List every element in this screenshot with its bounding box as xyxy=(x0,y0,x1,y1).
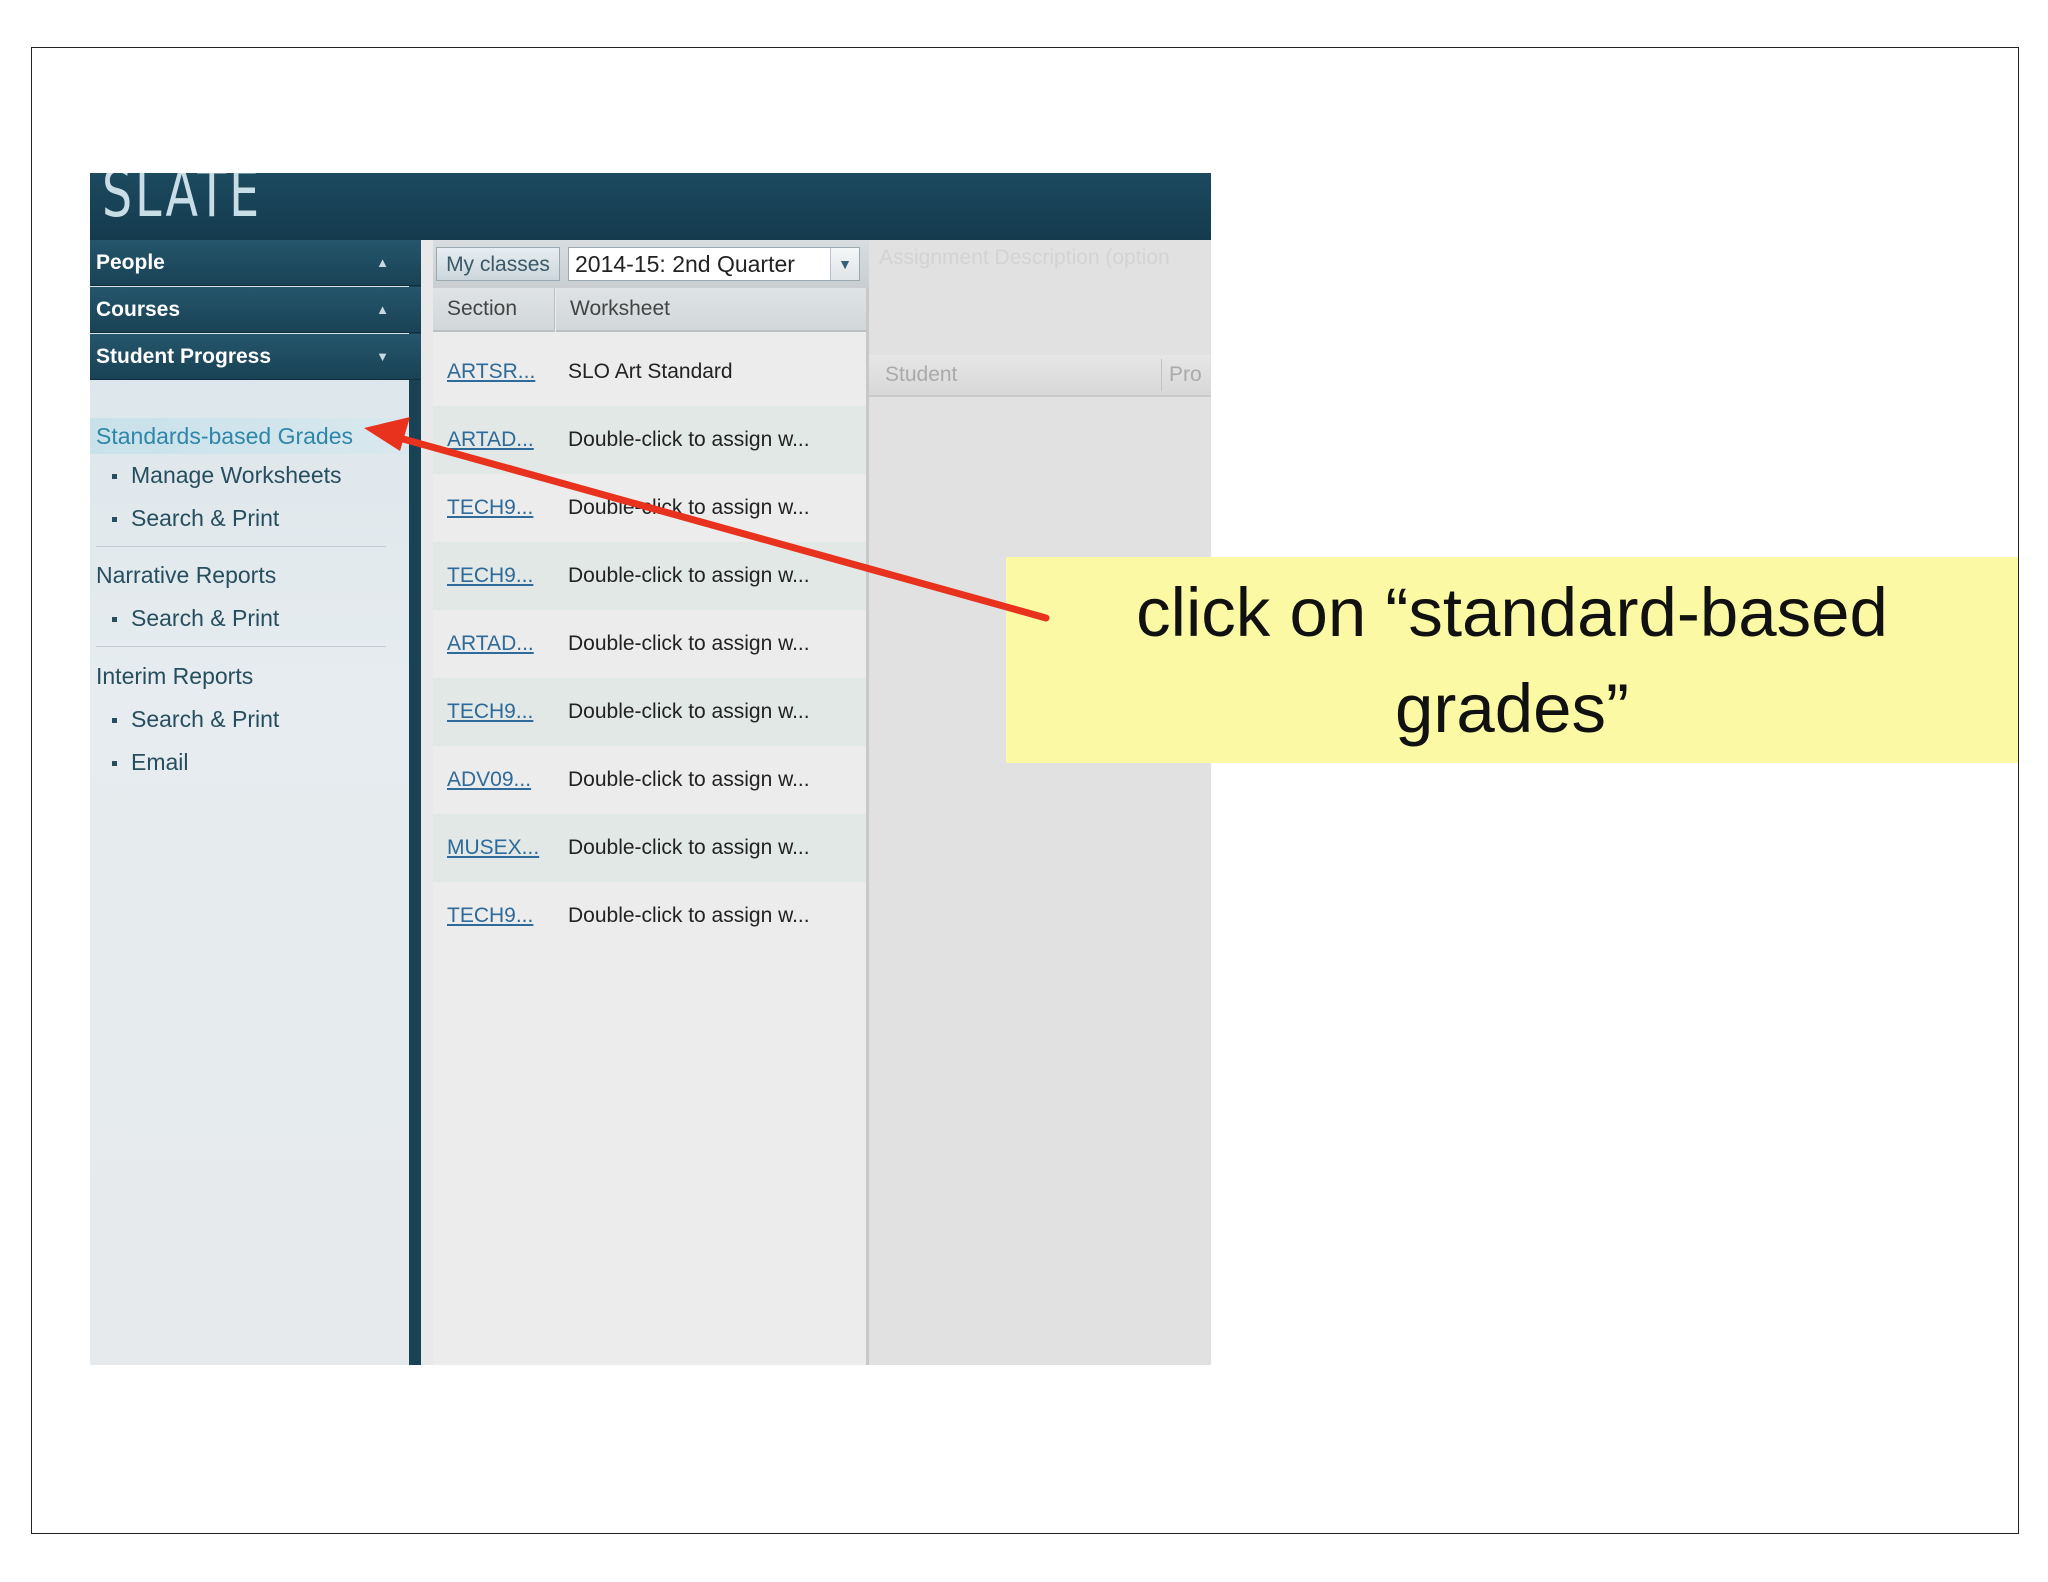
collapse-up-icon: ▲ xyxy=(376,302,389,317)
worksheet-cell[interactable]: Double-click to assign w... xyxy=(568,542,810,610)
app-header: SLATE xyxy=(90,173,1211,240)
term-select[interactable]: 2014-15: 2nd Quarter ▼ xyxy=(568,247,860,281)
column-header-student[interactable]: Student xyxy=(885,355,957,395)
nav-email[interactable]: Email xyxy=(112,749,189,776)
classes-panel: My classes 2014-15: 2nd Quarter ▼ Sectio… xyxy=(433,240,869,1365)
nav-divider xyxy=(96,546,386,547)
assignment-panel: Assignment Description (option Student P… xyxy=(869,240,1211,1365)
nav-divider xyxy=(96,646,386,647)
callout-line-2: grades” xyxy=(1395,670,1629,747)
my-classes-button[interactable]: My classes xyxy=(436,247,560,281)
column-header-worksheet[interactable]: Worksheet xyxy=(556,288,866,332)
section-link[interactable]: TECH9... xyxy=(447,542,533,610)
nav-search-print-narrative[interactable]: Search & Print xyxy=(112,605,279,632)
worksheet-cell[interactable]: Double-click to assign w... xyxy=(568,814,810,882)
worksheet-cell[interactable]: Double-click to assign w... xyxy=(568,678,810,746)
section-link[interactable]: TECH9... xyxy=(447,678,533,746)
bullet-icon xyxy=(112,517,117,523)
accordion-people[interactable]: People ▲ xyxy=(90,240,421,286)
nav-manage-worksheets[interactable]: Manage Worksheets xyxy=(112,462,342,489)
worksheet-cell[interactable]: Double-click to assign w... xyxy=(568,610,810,678)
chevron-down-icon[interactable]: ▼ xyxy=(830,248,859,280)
accordion-student-progress[interactable]: Student Progress ▼ xyxy=(90,334,421,380)
worksheet-cell[interactable]: Double-click to assign w... xyxy=(568,406,810,474)
expand-down-icon: ▼ xyxy=(376,349,389,364)
app-window: SLATE People ▲ Courses ▲ Student Progres… xyxy=(90,173,1211,1365)
accordion-people-label: People xyxy=(96,251,165,274)
nav-narrative-reports[interactable]: Narrative Reports xyxy=(96,562,276,589)
accordion-courses-label: Courses xyxy=(96,298,181,321)
worksheet-cell[interactable]: SLO Art Standard xyxy=(568,338,733,406)
nav-interim-reports[interactable]: Interim Reports xyxy=(96,663,253,690)
instruction-callout: click on “standard-based grades” xyxy=(1006,557,2018,763)
table-row[interactable]: TECH9... Double-click to assign w... xyxy=(433,542,866,610)
nav-search-print-label: Search & Print xyxy=(131,605,280,631)
bullet-icon xyxy=(112,474,117,480)
sidebar: People ▲ Courses ▲ Student Progress ▼ St… xyxy=(90,240,421,1365)
bullet-icon xyxy=(112,761,117,767)
section-link[interactable]: ARTAD... xyxy=(447,610,534,678)
assignment-description-placeholder[interactable]: Assignment Description (option xyxy=(879,246,1170,270)
table-row[interactable]: TECH9... Double-click to assign w... xyxy=(433,882,866,950)
nav-standards-based-grades[interactable]: Standards-based Grades xyxy=(90,418,409,454)
bullet-icon xyxy=(112,718,117,724)
section-link[interactable]: TECH9... xyxy=(447,882,533,950)
app-logo: SLATE xyxy=(102,173,263,232)
section-link[interactable]: ADV09... xyxy=(447,746,531,814)
table-row[interactable]: TECH9... Double-click to assign w... xyxy=(433,678,866,746)
section-link[interactable]: ARTAD... xyxy=(447,406,534,474)
worksheet-cell[interactable]: Double-click to assign w... xyxy=(568,474,810,542)
section-link[interactable]: ARTSR... xyxy=(447,338,535,406)
table-row[interactable]: TECH9... Double-click to assign w... xyxy=(433,474,866,542)
table-row[interactable]: ARTSR... SLO Art Standard xyxy=(433,338,866,406)
worksheet-cell[interactable]: Double-click to assign w... xyxy=(568,746,810,814)
bullet-icon xyxy=(112,617,117,623)
accordion-student-progress-label: Student Progress xyxy=(96,345,272,368)
nav-search-print-standards[interactable]: Search & Print xyxy=(112,505,279,532)
nav-manage-worksheets-label: Manage Worksheets xyxy=(131,462,342,488)
table-row[interactable]: MUSEX... Double-click to assign w... xyxy=(433,814,866,882)
nav-email-label: Email xyxy=(131,749,189,775)
section-link[interactable]: MUSEX... xyxy=(447,814,539,882)
table-row[interactable]: ADV09... Double-click to assign w... xyxy=(433,746,866,814)
column-divider xyxy=(1161,359,1162,391)
student-table-header: Student Pro xyxy=(869,355,1211,397)
collapse-up-icon: ▲ xyxy=(376,255,389,270)
table-row[interactable]: ARTAD... Double-click to assign w... xyxy=(433,406,866,474)
worksheet-cell[interactable]: Double-click to assign w... xyxy=(568,882,810,950)
classes-toolbar: My classes 2014-15: 2nd Quarter ▼ xyxy=(433,240,869,288)
table-row[interactable]: ARTAD... Double-click to assign w... xyxy=(433,610,866,678)
callout-line-1: click on “standard-based xyxy=(1136,574,1888,651)
nav-search-print-interim[interactable]: Search & Print xyxy=(112,706,279,733)
column-header-section[interactable]: Section xyxy=(433,288,555,332)
accordion-courses[interactable]: Courses ▲ xyxy=(90,287,421,333)
nav-search-print-label: Search & Print xyxy=(131,706,280,732)
nav-search-print-label: Search & Print xyxy=(131,505,280,531)
term-select-value: 2014-15: 2nd Quarter xyxy=(575,251,795,277)
column-header-progress[interactable]: Pro xyxy=(1169,355,1202,395)
section-link[interactable]: TECH9... xyxy=(447,474,533,542)
